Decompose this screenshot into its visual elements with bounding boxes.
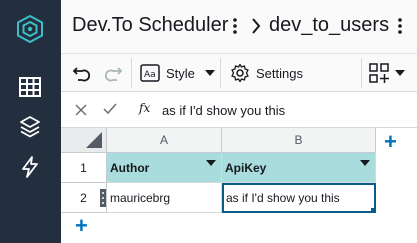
add-widget-icon[interactable] (368, 62, 390, 84)
formula-bar: fx as if I'd show you this (61, 92, 417, 128)
breadcrumb-chevron-icon (252, 18, 261, 34)
svg-text:Aa: Aa (144, 70, 156, 80)
header-cell-label: ApiKey (225, 160, 267, 175)
header-cell-apikey[interactable]: ApiKey (222, 153, 376, 183)
add-row-button[interactable]: + (75, 215, 88, 237)
add-widget-dropdown-icon[interactable] (395, 70, 405, 76)
title-bar: Dev.To Scheduler dev_to_users (61, 0, 417, 54)
lightning-icon[interactable] (18, 155, 42, 179)
header-cell-label: Author (110, 160, 150, 175)
toolbar-divider (220, 58, 221, 88)
column-filter-icon[interactable] (206, 160, 216, 166)
fill-handle[interactable] (371, 208, 376, 213)
table-cell[interactable]: mauricebrg (107, 183, 222, 213)
undo-icon[interactable] (72, 64, 90, 82)
style-label: Style (166, 65, 195, 81)
table-name[interactable]: dev_to_users (269, 14, 389, 37)
layers-icon[interactable] (18, 115, 42, 139)
table-grid-icon[interactable] (18, 75, 42, 99)
column-header-a[interactable]: A (107, 128, 222, 153)
left-rail (0, 0, 61, 243)
fx-label: fx (139, 101, 151, 115)
app-title[interactable]: Dev.To Scheduler (72, 14, 228, 37)
toolbar-divider (361, 58, 362, 88)
spreadsheet-grid: A B + 1 Author ApiKey 2 mauricebrg as if… (61, 128, 417, 243)
logo-icon[interactable] (17, 15, 43, 43)
add-column-button[interactable]: + (384, 131, 397, 153)
column-filter-icon[interactable] (360, 160, 370, 166)
select-all-corner[interactable] (61, 128, 107, 153)
table-menu-icon[interactable] (396, 16, 404, 36)
row-header-1[interactable]: 1 (61, 153, 107, 183)
text-style-icon: Aa (140, 64, 160, 82)
settings-button[interactable]: Settings (230, 63, 303, 83)
style-dropdown-icon (204, 70, 215, 76)
confirm-edit-icon[interactable] (103, 103, 117, 115)
header-cell-author[interactable]: Author (107, 153, 222, 183)
table-cell-selected[interactable]: as if I'd show you this (222, 183, 376, 213)
settings-label: Settings (256, 65, 303, 81)
style-button[interactable]: Aa Style (140, 63, 215, 83)
gear-icon (231, 63, 249, 83)
row-drag-handle-icon[interactable] (100, 189, 106, 207)
toolbar: Aa Style Settings (61, 54, 417, 92)
toolbar-divider (131, 58, 132, 88)
formula-input[interactable]: as if I'd show you this (162, 103, 285, 118)
corner-triangle-icon (86, 132, 102, 148)
redo-icon[interactable] (105, 64, 123, 82)
app-menu-icon[interactable] (231, 16, 239, 36)
column-header-b[interactable]: B (222, 128, 376, 153)
cancel-edit-icon[interactable] (75, 104, 87, 116)
